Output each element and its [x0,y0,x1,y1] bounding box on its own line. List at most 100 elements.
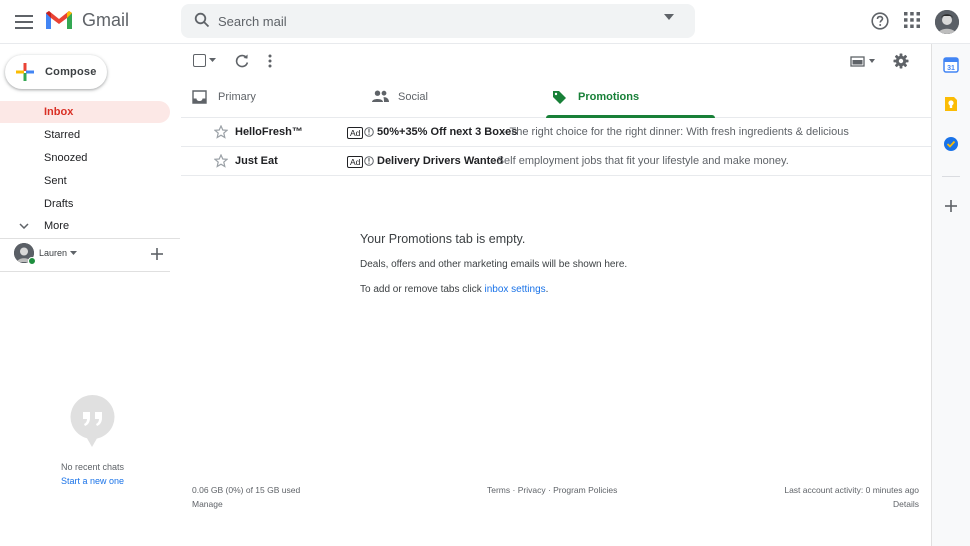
tasks-app-button[interactable] [943,136,959,152]
refresh-button[interactable] [235,54,249,68]
nav-item-starred[interactable]: Starred [0,124,170,146]
footer-links: Terms · Privacy · Program Policies [487,485,617,495]
tab-primary[interactable]: Primary [181,78,361,118]
star-icon[interactable] [214,154,228,168]
tab-label: Promotions [578,91,640,103]
get-addons-button[interactable] [945,200,957,212]
tab-social[interactable]: Social [361,78,541,118]
email-subject: 50%+35% Off next 3 Boxes [377,126,518,138]
email-subject: Delivery Drivers Wanted [377,155,504,167]
hangouts-user-switcher[interactable]: Lauren [14,243,78,265]
hint-text: To add or remove tabs click [360,284,485,295]
footer-separator: · [545,485,554,495]
split-pane-toggle-button[interactable] [850,55,876,67]
email-snippet: - The right choice for the right dinner:… [503,126,849,138]
calendar-app-button[interactable]: 31 [943,57,959,73]
footer-separator: · [510,485,518,495]
calendar-icon: 31 [943,57,959,73]
info-icon[interactable] [364,127,374,137]
caret-down-icon [70,251,78,255]
program-policies-link[interactable]: Program Policies [553,485,617,495]
storage-usage: 0.06 GB (0%) of 15 GB used [192,485,301,495]
nav-item-label: Inbox [44,106,74,118]
tab-promotions[interactable]: Promotions [541,78,721,118]
more-vert-icon [268,54,272,68]
help-icon [871,12,889,30]
main-menu-button[interactable] [10,8,38,36]
ad-badge: Ad [347,156,364,168]
new-conversation-button[interactable] [151,248,163,260]
inbox-icon [192,90,207,104]
manage-storage-link[interactable]: Manage [192,499,223,509]
hint-suffix: . [545,284,549,295]
privacy-link[interactable]: Privacy [518,485,546,495]
compose-label: Compose [45,66,97,78]
nav-item-label: Sent [44,175,67,187]
tag-icon [552,90,567,105]
nav-item-label: More [44,220,70,232]
select-options-button[interactable] [209,58,216,62]
gmail-logo[interactable]: Gmail [44,9,129,31]
nav-item-label: Drafts [44,198,74,210]
nav-item-more[interactable]: More [0,215,170,237]
hamburger-menu-icon [15,15,33,29]
nav-item-drafts[interactable]: Drafts [0,193,170,215]
compose-button[interactable]: Compose [5,55,107,89]
refresh-icon [235,54,249,68]
hangouts-user-name: Lauren [39,248,68,258]
nav-item-inbox[interactable]: Inbox [0,101,170,123]
email-sender: Just Eat [235,155,278,167]
caret-down-icon [209,58,216,62]
settings-button[interactable] [893,53,909,69]
star-icon[interactable] [214,125,228,139]
search-button[interactable] [194,12,210,28]
search-icon [194,12,210,28]
add-icon [151,248,163,260]
sidebar-divider [0,238,180,239]
side-panel-divider [942,176,960,177]
ad-badge: Ad [347,127,364,139]
account-avatar[interactable] [935,10,959,34]
nav-item-label: Starred [44,129,81,141]
nav-item-snoozed[interactable]: Snoozed [0,147,170,169]
empty-tab-description: Deals, offers and other marketing emails… [360,259,628,270]
tab-label: Primary [218,91,256,103]
online-status-dot [28,257,36,265]
email-sender: HelloFresh™ [235,126,303,138]
compose-plus-icon [16,63,34,81]
empty-tab-hint: To add or remove tabs click inbox settin… [360,284,548,295]
nav-item-label: Snoozed [44,152,88,164]
email-row[interactable]: Just Eat Ad Delivery Drivers Wanted - Se… [181,147,931,176]
keep-app-button[interactable] [943,96,959,112]
gmail-m-icon [46,11,72,29]
gear-icon [893,53,909,69]
inbox-settings-link[interactable]: inbox settings [485,284,546,295]
email-snippet: - Self employment jobs that fit your lif… [490,155,789,167]
side-panel [931,44,970,546]
info-icon[interactable] [364,156,374,166]
user-photo-icon [935,10,959,34]
people-icon [372,90,389,102]
support-button[interactable] [871,12,889,30]
add-icon [945,200,957,212]
tasks-icon [944,137,958,151]
empty-tab-title: Your Promotions tab is empty. [360,232,526,246]
nav-item-sent[interactable]: Sent [0,170,170,192]
keep-icon [945,97,957,111]
activity-details-link[interactable]: Details [870,499,919,509]
hangouts-avatar [14,243,36,265]
terms-link[interactable]: Terms [487,485,510,495]
select-all-checkbox[interactable] [193,54,206,67]
more-actions-button[interactable] [266,54,274,68]
svg-text:31: 31 [947,65,955,72]
search-options-button[interactable] [664,14,674,20]
email-row[interactable]: HelloFresh™ Ad 50%+35% Off next 3 Boxes … [181,118,931,147]
google-apps-button[interactable] [904,12,920,28]
search-input[interactable] [218,9,648,33]
last-account-activity: Last account activity: 0 minutes ago [784,485,919,495]
start-new-chat-link[interactable]: Start a new one [40,476,145,486]
app-name: Gmail [82,9,130,30]
chevron-down-icon [19,223,29,229]
hangouts-divider [0,271,170,272]
caret-down-icon [664,14,674,20]
